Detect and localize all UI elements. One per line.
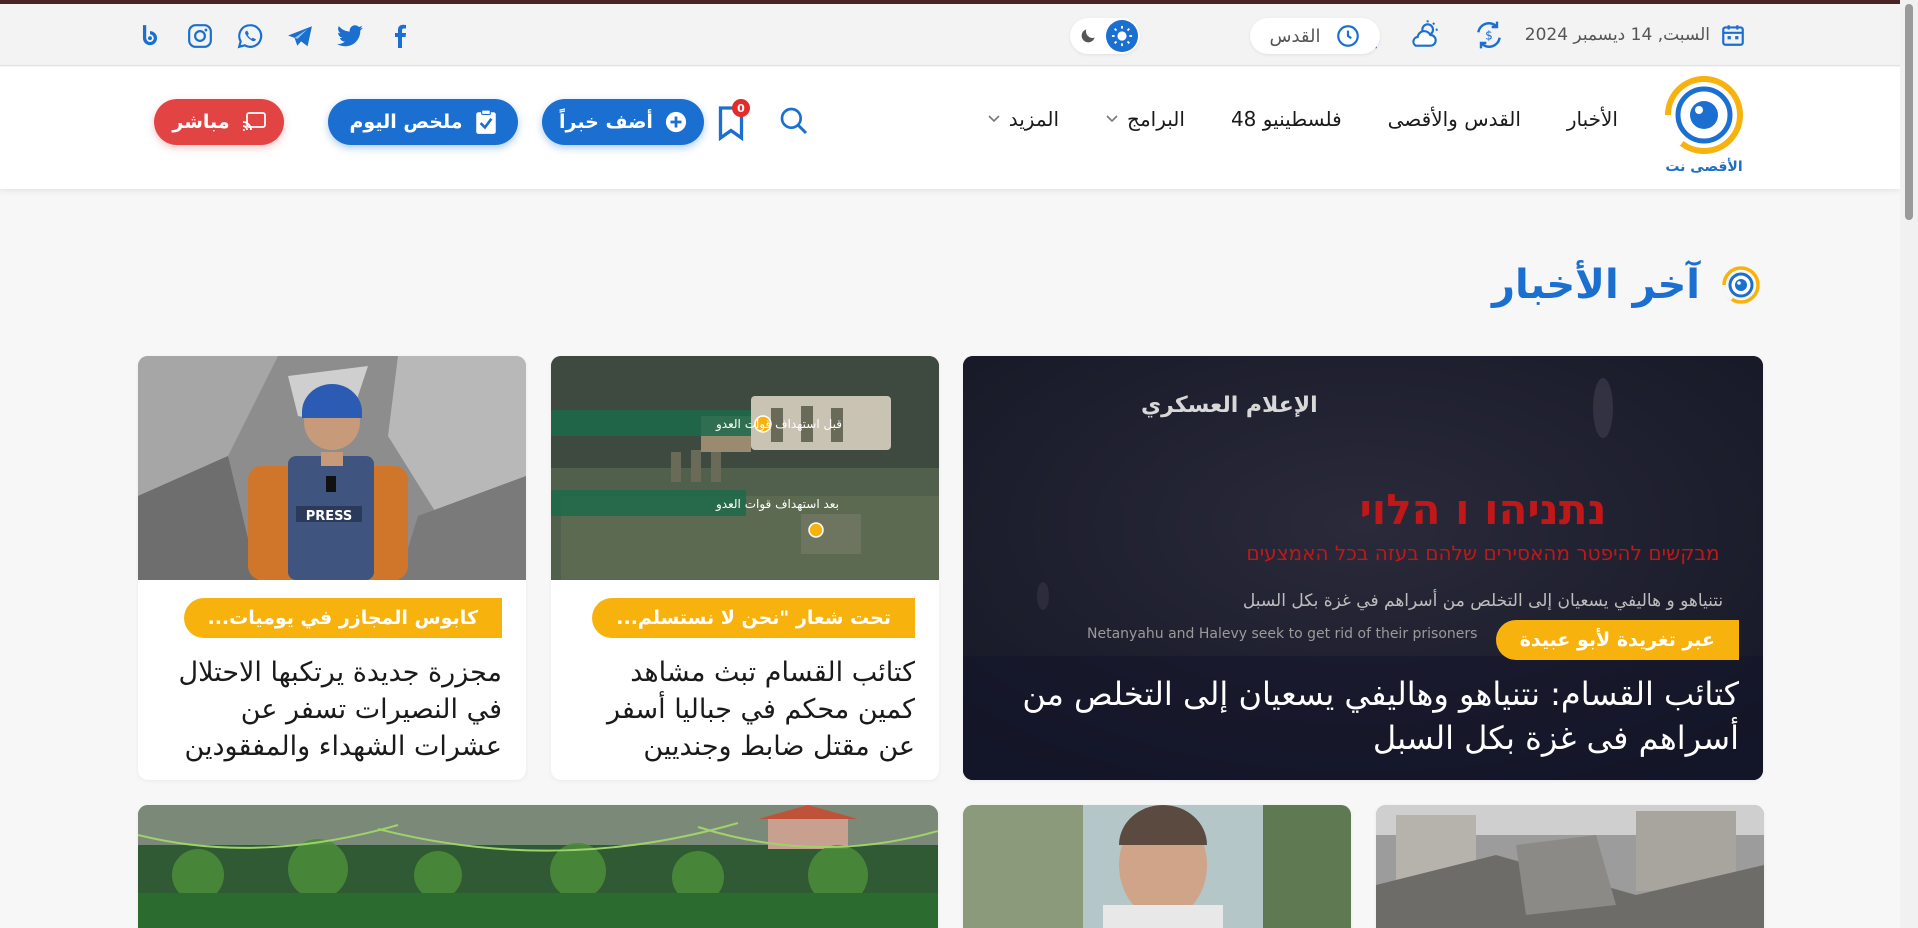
left-image: PRESS — [138, 356, 526, 580]
rally-image — [138, 805, 938, 928]
logo-eye-icon — [1664, 76, 1743, 154]
news-card-middle[interactable]: قبل استهداف قوات العدو بعد استهداف قوات … — [551, 356, 939, 780]
card-tag: تحت شعار "نحن لا نستسلم... — [592, 598, 915, 638]
nav-label: فلسطينيو 48 — [1230, 107, 1342, 131]
clipboard-check-icon — [475, 109, 496, 134]
whatsapp-icon[interactable] — [236, 22, 264, 50]
bookmark-count-badge: 0 — [732, 99, 750, 117]
add-news-label: أضف خبراً — [559, 111, 653, 133]
live-button[interactable]: مباشر — [154, 99, 284, 145]
facebook-icon[interactable] — [386, 22, 414, 50]
image-label-before: قبل استهداف قوات العدو — [715, 417, 842, 432]
sun-icon — [1106, 20, 1138, 52]
nav-item-more[interactable]: المزيد — [987, 107, 1059, 131]
plus-circle-icon — [665, 111, 687, 133]
search-button[interactable] — [776, 105, 810, 139]
currency-exchange-icon[interactable]: $ — [1472, 18, 1506, 52]
card-title[interactable]: كتائب القسام: نتنياهو وهاليفي يسعيان إلى… — [979, 672, 1739, 760]
ruins-image — [1376, 805, 1764, 928]
cast-icon — [242, 112, 266, 131]
image-arabic-caption: نتنياهو و هاليفي يسعيان إلى التخلص من أس… — [1243, 589, 1723, 611]
nabd-icon[interactable] — [136, 22, 164, 50]
svg-text:$: $ — [1485, 29, 1493, 43]
main-header: الأقصى نت الأخبار القدس والأقصى فلسطينيو… — [0, 67, 1900, 189]
section-eye-icon — [1722, 266, 1760, 304]
date-display: السبت, 14 ديسمبر 2024 — [1525, 22, 1746, 48]
main-nav: الأخبار القدس والأقصى فلسطينيو 48 البرام… — [987, 107, 1618, 131]
scrollbar-thumb[interactable] — [1905, 4, 1913, 220]
site-logo[interactable]: الأقصى نت — [1662, 75, 1746, 185]
card-tag: عبر تغريدة لأبو عبيدة — [1495, 620, 1739, 660]
daily-summary-button[interactable]: ملخص اليوم — [328, 99, 518, 145]
portrait-image — [963, 805, 1351, 928]
card-tag: كابوس المجازر في يوميات... — [183, 598, 502, 638]
moon-icon — [1081, 29, 1095, 43]
chevron-down-icon — [988, 115, 1000, 123]
image-press-label: PRESS — [306, 509, 353, 524]
nav-item-news[interactable]: الأخبار — [1567, 107, 1618, 131]
nav-label: الأخبار — [1566, 107, 1618, 131]
news-card-bottom-right[interactable] — [1376, 805, 1764, 928]
nav-item-quds[interactable]: القدس والأقصى — [1388, 107, 1521, 131]
news-card-bottom-middle[interactable] — [963, 805, 1351, 928]
nav-label: المزيد — [1008, 107, 1060, 131]
calendar-icon — [1722, 25, 1744, 46]
utility-bar: السبت, 14 ديسمبر 2024 $ القدس — [0, 4, 1900, 66]
page-scrollbar[interactable] — [1900, 0, 1918, 928]
news-card-bottom-wide[interactable] — [138, 805, 938, 928]
section-title-text: آخر الأخبار — [1491, 262, 1700, 308]
chevron-down-icon — [1106, 115, 1118, 123]
middle-image: قبل استهداف قوات العدو بعد استهداف قوات … — [551, 356, 939, 580]
bookmarks-button[interactable]: 0 — [716, 99, 750, 141]
image-logo-text: الإعلام العسكري — [1141, 393, 1318, 418]
add-news-button[interactable]: أضف خبراً — [542, 99, 704, 145]
date-text: السبت, 14 ديسمبر 2024 — [1524, 25, 1710, 45]
nav-item-48[interactable]: فلسطينيو 48 — [1231, 107, 1342, 131]
image-hebrew-headline: נתניהו ו הלוי — [1359, 485, 1606, 534]
live-label: مباشر — [172, 111, 230, 133]
news-card-left[interactable]: PRESS كابوس المجازر في يوميات... مجزرة ج… — [138, 356, 526, 780]
card-title[interactable]: كتائب القسام تبث مشاهد كمين محكم في جبال… — [575, 654, 915, 765]
city-selector[interactable]: القدس — [1250, 18, 1380, 54]
search-icon — [780, 107, 808, 135]
card-title[interactable]: مجزرة جديدة يرتكبها الاحتلال في النصيرات… — [162, 654, 502, 765]
weather-icon[interactable] — [1408, 18, 1442, 52]
logo-text: الأقصى نت — [1665, 159, 1743, 175]
twitter-icon[interactable] — [336, 22, 364, 50]
theme-toggle[interactable] — [1070, 18, 1140, 54]
section-title: آخر الأخبار — [1492, 262, 1764, 308]
image-hebrew-subline: מבקשים להיפטר מהאסירים שלהם בעזה בכל האמ… — [1246, 541, 1719, 565]
telegram-icon[interactable] — [286, 22, 314, 50]
instagram-icon[interactable] — [186, 22, 214, 50]
daily-summary-label: ملخص اليوم — [349, 111, 463, 133]
image-english-caption: Netanyahu and Halevy seek to get rid of … — [1087, 626, 1477, 642]
nav-item-programs[interactable]: البرامج — [1105, 107, 1185, 131]
city-label: القدس — [1269, 25, 1321, 47]
image-label-after: بعد استهداف قوات العدو — [715, 497, 839, 512]
clock-icon — [1336, 25, 1359, 47]
nav-label: القدس والأقصى — [1387, 107, 1521, 131]
nav-label: البرامج — [1127, 107, 1185, 131]
news-card-featured[interactable]: الإعلام العسكري נתניהו ו הלוי מבקשים להי… — [963, 356, 1763, 780]
